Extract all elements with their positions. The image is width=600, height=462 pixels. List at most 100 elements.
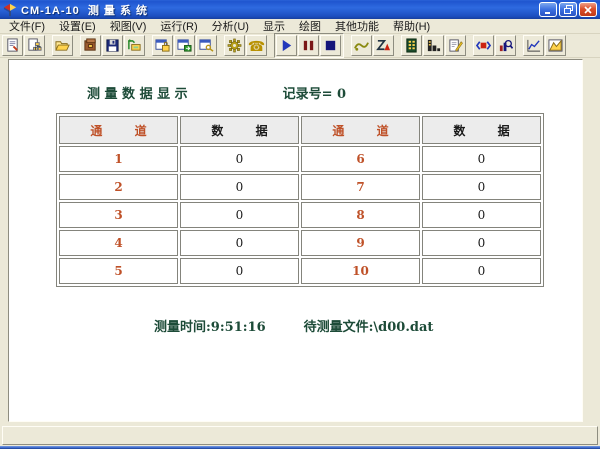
menu-settings[interactable]: 设置(E) — [52, 18, 103, 34]
document-edit-icon — [5, 38, 20, 53]
run-control-group — [274, 33, 344, 58]
line-chart-button[interactable] — [523, 35, 544, 56]
app-icon — [3, 3, 17, 17]
hand-adjust-button[interactable] — [351, 35, 372, 56]
measure-display-panel: 测 量 数 据 显 示 记录号= 0 通 道 数 据 通 道 数 据 1 0 — [8, 59, 583, 422]
menu-view[interactable]: 视图(V) — [103, 18, 154, 34]
hand-adjust-icon — [354, 38, 369, 53]
data-cell: 0 — [180, 202, 299, 228]
save-floppy-icon — [105, 38, 120, 53]
menu-analysis[interactable]: 分析(U) — [205, 18, 256, 34]
col-header-data-1: 数 据 — [180, 116, 299, 144]
stop-icon — [323, 38, 338, 53]
menu-display[interactable]: 显示 — [256, 18, 292, 34]
menu-file[interactable]: 文件(F) — [2, 18, 52, 34]
channel-cell: 5 — [59, 258, 178, 284]
data-grid-icon — [404, 38, 419, 53]
client-area: 测 量 数 据 显 示 记录号= 0 通 道 数 据 通 道 数 据 1 0 — [0, 58, 600, 424]
channel-cell: 6 — [301, 146, 420, 172]
maximize-icon — [564, 5, 573, 14]
menu-run[interactable]: 运行(R) — [153, 18, 204, 34]
close-icon — [584, 6, 592, 14]
window-lock-button[interactable] — [152, 35, 173, 56]
data-cell: 0 — [180, 230, 299, 256]
table-row: 4 0 9 0 — [59, 230, 541, 256]
menu-other-functions[interactable]: 其他功能 — [328, 18, 386, 34]
open-folder-button[interactable] — [52, 35, 73, 56]
data-grid-button[interactable] — [401, 35, 422, 56]
save-archive-icon — [83, 38, 98, 53]
table-header-row: 通 道 数 据 通 道 数 据 — [59, 116, 541, 144]
chart-zoom-icon — [498, 38, 513, 53]
data-cell: 0 — [422, 202, 541, 228]
data-cell: 0 — [180, 146, 299, 172]
pending-file-label: 待测量文件:\d00.dat — [304, 316, 434, 335]
channel-cell: 9 — [301, 230, 420, 256]
save-archive-button[interactable] — [80, 35, 101, 56]
play-button[interactable] — [276, 35, 297, 56]
bar-graph-button[interactable] — [423, 35, 444, 56]
maximize-button[interactable] — [559, 2, 577, 17]
save-floppy-button[interactable] — [102, 35, 123, 56]
minimize-icon — [544, 6, 552, 14]
data-transfer-icon — [476, 38, 491, 53]
channel-cell: 10 — [301, 258, 420, 284]
bar-graph-icon — [426, 38, 441, 53]
titlebar: CM-1A-10 测 量 系 统 — [0, 0, 600, 19]
play-icon — [279, 38, 294, 53]
menu-plot[interactable]: 绘图 — [292, 18, 328, 34]
data-cell: 0 — [422, 146, 541, 172]
chart-zoom-button[interactable] — [495, 35, 516, 56]
window-lock-icon — [155, 38, 170, 53]
table-row: 2 0 7 0 — [59, 174, 541, 200]
folder-export-button[interactable] — [124, 35, 145, 56]
statusbar — [0, 424, 600, 446]
edit-sheet-icon — [448, 38, 463, 53]
zero-set-button[interactable] — [373, 35, 394, 56]
menu-help[interactable]: 帮助(H) — [386, 18, 437, 34]
open-folder-icon — [55, 38, 70, 53]
window-config-button[interactable] — [196, 35, 217, 56]
window-data-icon — [177, 38, 192, 53]
gear-button[interactable] — [224, 35, 245, 56]
area-chart-button[interactable] — [545, 35, 566, 56]
window-title: CM-1A-10 测 量 系 统 — [21, 2, 539, 18]
channel-cell: 2 — [59, 174, 178, 200]
channel-cell: 3 — [59, 202, 178, 228]
data-cell: 0 — [180, 174, 299, 200]
page-title: 测 量 数 据 显 示 — [87, 83, 188, 102]
telephone-button[interactable]: ☎ — [246, 35, 267, 56]
col-header-data-2: 数 据 — [422, 116, 541, 144]
channel-cell: 4 — [59, 230, 178, 256]
close-button[interactable] — [579, 2, 597, 17]
pause-icon — [301, 38, 316, 53]
channel-cell: 8 — [301, 202, 420, 228]
zero-set-icon — [376, 38, 391, 53]
col-header-channel-2: 通 道 — [301, 116, 420, 144]
window-controls — [539, 2, 597, 17]
stop-button[interactable] — [320, 35, 341, 56]
table-row: 3 0 8 0 — [59, 202, 541, 228]
gear-icon — [227, 38, 242, 53]
pause-button[interactable] — [298, 35, 319, 56]
statusbar-inset — [2, 426, 598, 445]
folder-export-icon — [127, 38, 142, 53]
record-number-label: 记录号= 0 — [283, 83, 346, 102]
col-header-channel-1: 通 道 — [59, 116, 178, 144]
window-data-button[interactable] — [174, 35, 195, 56]
measurement-table: 通 道 数 据 通 道 数 据 1 0 6 0 2 0 — [56, 113, 544, 287]
data-cell: 0 — [422, 258, 541, 284]
area-chart-icon — [548, 38, 563, 53]
table-row: 1 0 6 0 — [59, 146, 541, 172]
panel-footer-row: 测量时间:9:51:16 待测量文件:\d00.dat — [154, 316, 582, 335]
document-tree-button[interactable] — [24, 35, 45, 56]
edit-sheet-button[interactable] — [445, 35, 466, 56]
telephone-icon: ☎ — [248, 39, 265, 53]
data-cell: 0 — [180, 258, 299, 284]
app-window: CM-1A-10 测 量 系 统 文件(F) 设置(E) 视图(V) 运行(R)… — [0, 0, 600, 449]
data-cell: 0 — [422, 230, 541, 256]
document-tree-icon — [27, 38, 42, 53]
minimize-button[interactable] — [539, 2, 557, 17]
data-transfer-button[interactable] — [473, 35, 494, 56]
document-edit-button[interactable] — [2, 35, 23, 56]
